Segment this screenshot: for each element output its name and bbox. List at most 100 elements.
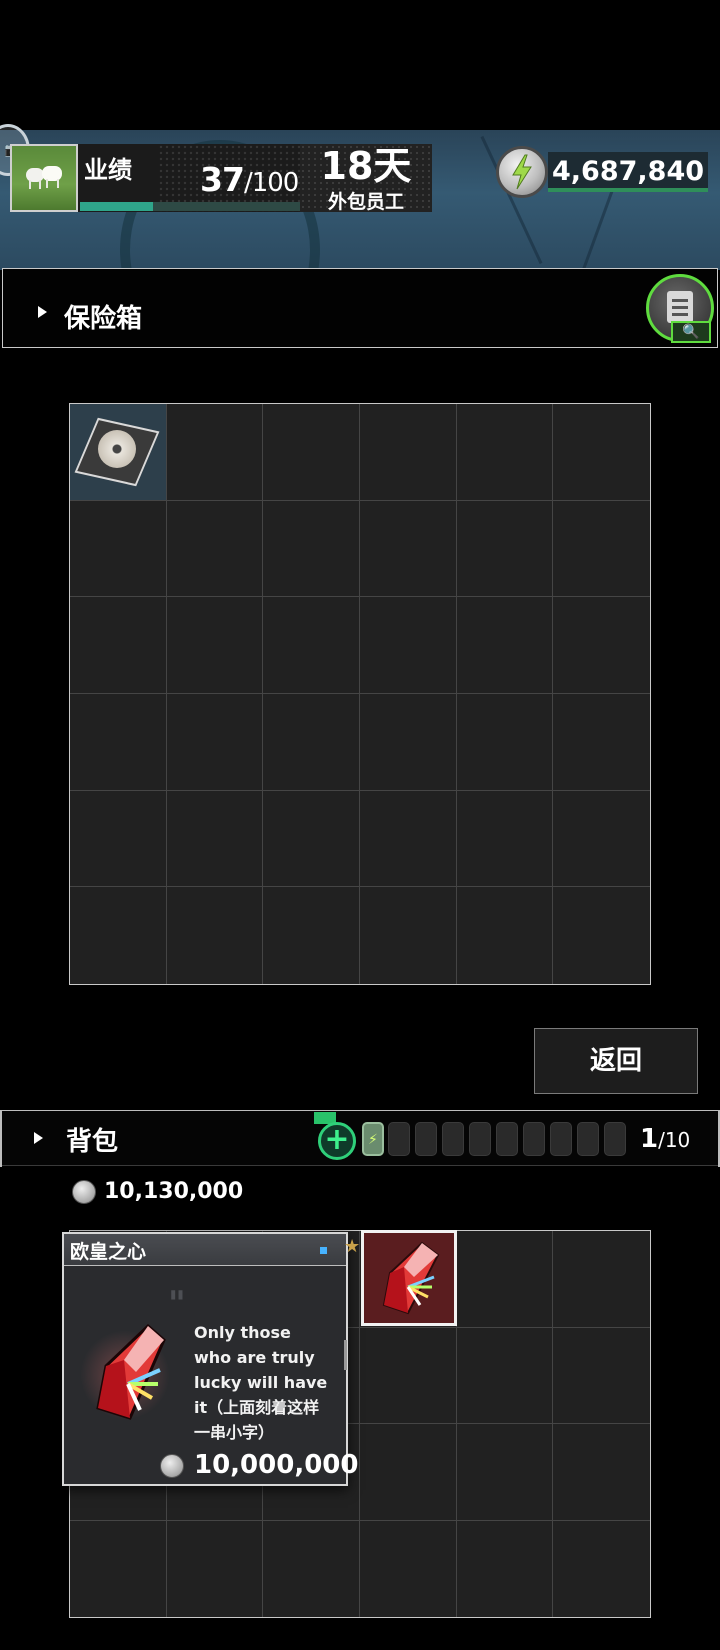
grid-cell[interactable] (553, 1327, 650, 1424)
grid-cell[interactable] (166, 790, 264, 888)
empty-slot-icon (469, 1122, 491, 1156)
tooltip-description: Only those who are truly lucky will have… (194, 1323, 328, 1442)
star-icon: ★ (344, 1236, 361, 1257)
backpack-count: 1/10 (640, 1124, 690, 1154)
energy-coin-icon (72, 1180, 96, 1204)
day-count: 18天 (320, 144, 412, 188)
grid-cell[interactable] (70, 1520, 167, 1617)
grid-cell[interactable] (263, 500, 360, 598)
grid-cell[interactable] (456, 887, 554, 984)
grid-cell[interactable] (553, 1424, 650, 1521)
clipboard-icon (667, 291, 693, 323)
heart-gem-icon (382, 1241, 440, 1315)
grid-cell[interactable] (263, 693, 360, 791)
expand-arrow-icon[interactable] (38, 306, 47, 318)
empty-slot-icon (415, 1122, 437, 1156)
grid-cell[interactable] (456, 693, 554, 791)
sheep-leg (29, 180, 31, 189)
lightning-icon (512, 154, 532, 190)
grid-cell[interactable] (456, 1520, 554, 1617)
grid-cell[interactable] (70, 597, 167, 694)
grid-cell[interactable] (166, 404, 264, 501)
grid-cell[interactable] (456, 790, 554, 888)
backpack-money: 10,130,000 (104, 1179, 244, 1204)
grid-cell[interactable] (359, 790, 457, 888)
grid-cell[interactable] (553, 500, 650, 598)
empty-slot-icon (388, 1122, 410, 1156)
gem-item-slot[interactable] (361, 1230, 457, 1326)
grid-cell[interactable] (166, 597, 264, 694)
grid-cell[interactable] (263, 597, 360, 694)
grid-cell[interactable] (553, 1520, 650, 1617)
performance-count: 37/100 (200, 160, 299, 199)
grid-cell[interactable] (359, 404, 457, 501)
rarity-indicator (320, 1247, 327, 1254)
safe-title: 保险箱 (64, 304, 143, 334)
disc-case-item[interactable] (74, 416, 160, 487)
empty-slot-icon (604, 1122, 626, 1156)
add-slot-button[interactable]: + (318, 1122, 356, 1160)
grid-cell[interactable] (70, 693, 167, 791)
quote-icon: " (168, 1284, 186, 1324)
grid-cell[interactable] (359, 500, 457, 598)
employee-role: 外包员工 (327, 191, 404, 213)
grid-cell[interactable] (359, 887, 457, 984)
empty-slot-icon (496, 1122, 518, 1156)
grid-cell[interactable] (553, 887, 650, 984)
grid-cell[interactable] (166, 693, 264, 791)
sheep-figure (42, 166, 62, 181)
grid-cell[interactable] (70, 790, 167, 888)
performance-bar-fill (80, 202, 153, 211)
grid-cell[interactable] (553, 790, 650, 888)
performance-label: 业绩 (84, 156, 132, 184)
grid-cell[interactable] (263, 887, 360, 984)
heart-gem-icon (96, 1323, 166, 1420)
grid-cell[interactable] (263, 790, 360, 888)
expand-arrow-icon[interactable] (34, 1132, 43, 1144)
grid-cell[interactable] (70, 500, 167, 598)
grid-cell[interactable] (456, 1231, 554, 1328)
grid-cell[interactable] (263, 404, 360, 501)
grid-cell[interactable] (456, 404, 554, 501)
empty-slot-icon (523, 1122, 545, 1156)
empty-slot-icon (550, 1122, 572, 1156)
money-value: 4,687,840 (552, 156, 705, 187)
return-button-label[interactable]: 返回 (534, 1028, 698, 1094)
energy-coin-icon (496, 146, 548, 198)
grid-cell[interactable] (456, 1327, 554, 1424)
grid-cell[interactable] (359, 1520, 457, 1617)
tooltip-price: 10,000,000 (194, 1450, 359, 1480)
grid-cell[interactable] (553, 597, 650, 694)
sheep-leg (57, 179, 59, 188)
backpack-title: 背包 (66, 1127, 119, 1157)
backpack-count-current: 1 (640, 1124, 659, 1154)
tooltip-scrollbar[interactable] (344, 1340, 347, 1370)
performance-current: 37 (200, 160, 245, 199)
energy-coin-icon (160, 1454, 184, 1478)
battery-icon: ⚡ (362, 1122, 384, 1156)
grid-cell[interactable] (456, 597, 554, 694)
grid-cell[interactable] (359, 597, 457, 694)
empty-slot-icon (442, 1122, 464, 1156)
grid-cell[interactable] (70, 887, 167, 984)
grid-cell[interactable] (553, 404, 650, 501)
grid-cell[interactable] (166, 1520, 264, 1617)
sheep-leg (46, 179, 48, 188)
safe-grid[interactable] (69, 403, 651, 985)
empty-slot-icon (577, 1122, 599, 1156)
grid-cell[interactable] (456, 500, 554, 598)
avatar[interactable] (10, 144, 78, 212)
grid-cell[interactable] (166, 887, 264, 984)
grid-cell[interactable] (263, 1520, 360, 1617)
grid-cell[interactable] (553, 693, 650, 791)
sheep-leg (39, 180, 41, 189)
grid-cell[interactable] (166, 500, 264, 598)
performance-max: /100 (243, 168, 299, 198)
grid-cell[interactable] (359, 1327, 457, 1424)
grid-cell[interactable] (456, 1424, 554, 1521)
grid-cell[interactable] (359, 1424, 457, 1521)
grid-cell[interactable] (359, 693, 457, 791)
clipboard-search-button[interactable]: 🔍 (646, 274, 714, 343)
tooltip-item-name: 欧皇之心 (70, 1241, 147, 1263)
grid-cell[interactable] (553, 1231, 650, 1328)
